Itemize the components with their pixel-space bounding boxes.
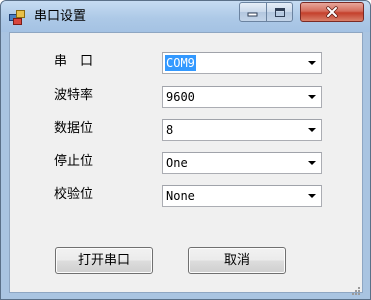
cancel-button[interactable]: 取消 [188,247,286,274]
app-window-icon [9,9,26,25]
chevron-down-icon [303,186,321,206]
close-button[interactable] [300,2,364,22]
port-combobox[interactable]: COM9 [162,52,322,74]
baud-rate-label: 波特率 [54,88,94,103]
stop-bits-label: 停止位 [54,154,94,169]
baud-rate-combobox[interactable]: 9600 [162,86,322,108]
minimize-icon [247,7,259,17]
chevron-down-icon [303,87,321,107]
title-bar[interactable]: 串口设置 [1,1,370,32]
data-bits-combobox[interactable]: 8 [162,119,322,141]
maximize-button[interactable] [267,2,293,22]
open-port-button[interactable]: 打开串口 [55,247,153,274]
chevron-down-icon [303,120,321,140]
parity-label: 校验位 [54,187,94,202]
parity-value: None [166,189,195,203]
data-bits-value: 8 [166,123,174,137]
close-icon [325,6,339,18]
parity-combobox[interactable]: None [162,185,322,207]
data-bits-label: 数据位 [54,121,94,136]
stop-bits-combobox[interactable]: One [162,152,322,174]
chevron-down-icon [303,153,321,173]
chevron-down-icon [303,53,321,73]
serial-settings-window: 串口设置 串 口 COM9 波特率 9600 数据位 8 停止位 One 校验位… [0,0,371,300]
maximize-icon [274,7,286,18]
dialog-body: 串 口 COM9 波特率 9600 数据位 8 停止位 One 校验位 None… [9,32,363,295]
stop-bits-value: One [166,156,188,170]
resize-grip-icon[interactable] [351,281,361,295]
window-title: 串口设置 [34,9,87,24]
port-value: COM9 [165,55,196,71]
baud-rate-value: 9600 [166,90,195,104]
minimize-button[interactable] [239,2,267,22]
port-label: 串 口 [54,54,94,69]
